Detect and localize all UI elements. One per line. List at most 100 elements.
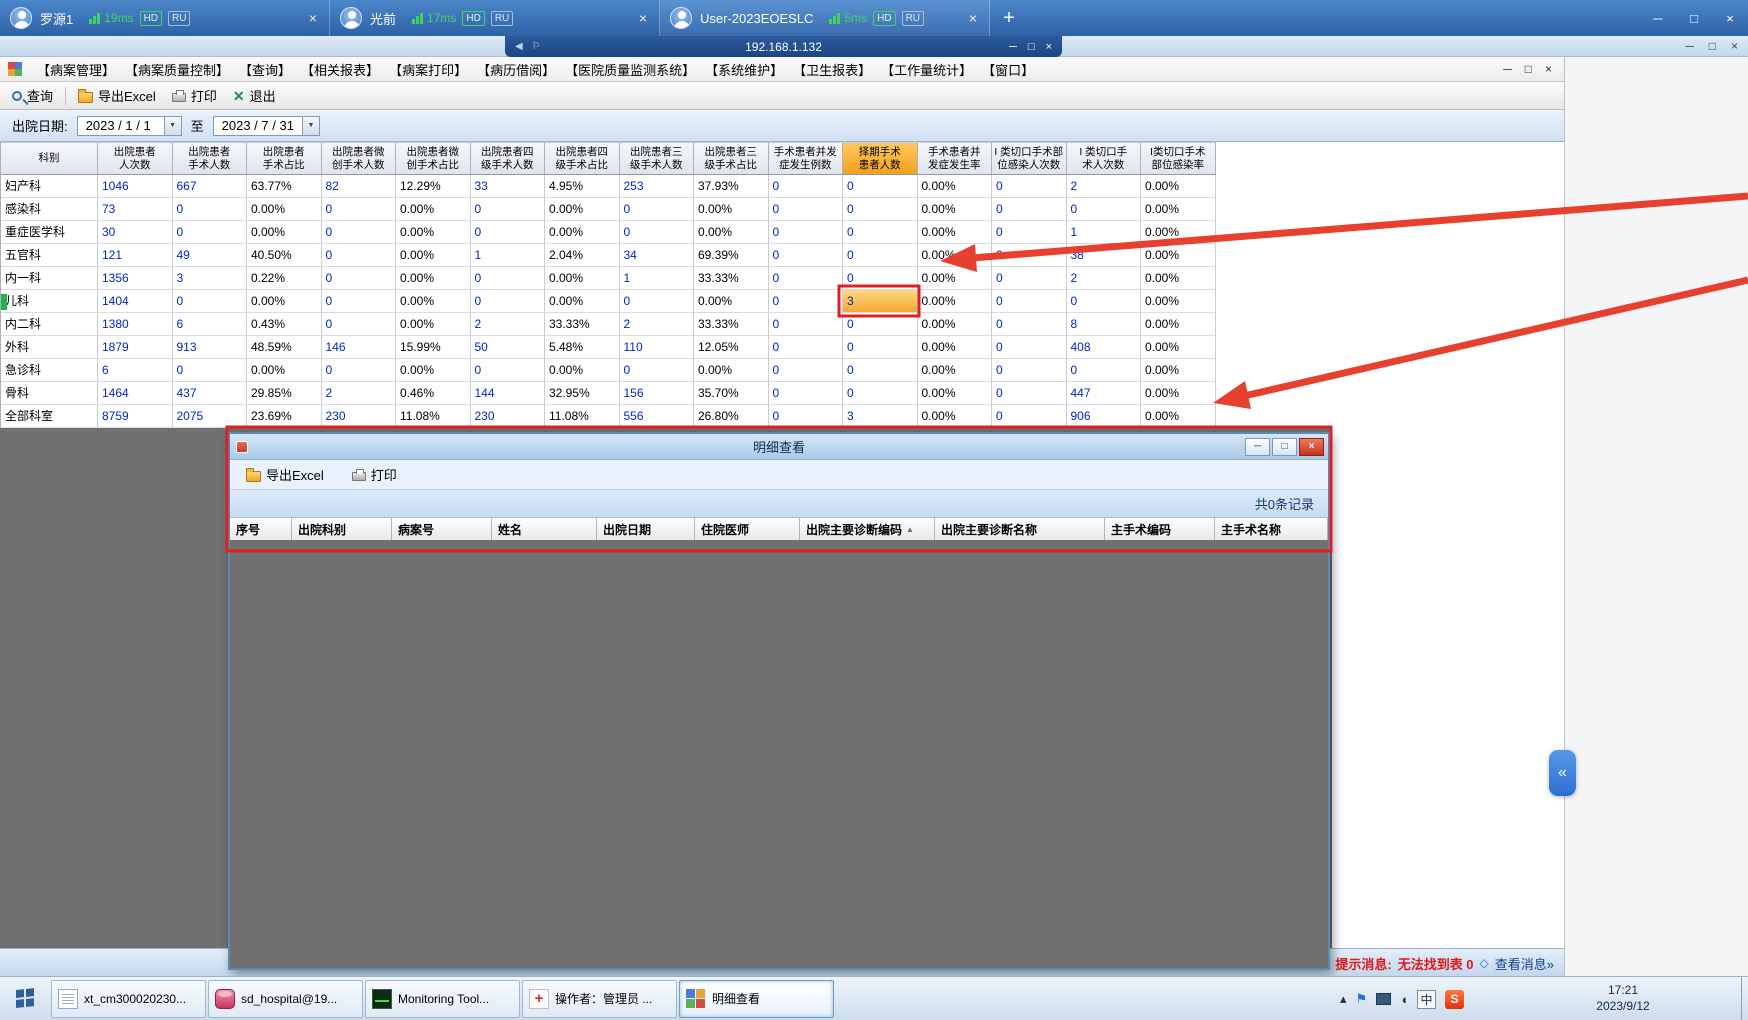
table-cell[interactable]: 0 bbox=[992, 290, 1067, 313]
table-cell[interactable]: 0.00% bbox=[545, 267, 620, 290]
table-cell[interactable]: 0 bbox=[619, 359, 694, 382]
table-cell[interactable]: 156 bbox=[619, 382, 694, 405]
strip-minimize-icon[interactable]: ─ bbox=[1685, 39, 1694, 53]
table-cell[interactable]: 556 bbox=[619, 405, 694, 428]
table-cell[interactable]: 0 bbox=[768, 175, 843, 198]
table-cell[interactable]: 0 bbox=[470, 267, 545, 290]
table-cell[interactable]: 0.00% bbox=[545, 359, 620, 382]
table-cell[interactable]: 0 bbox=[321, 221, 396, 244]
table-cell[interactable]: 6 bbox=[172, 313, 247, 336]
table-cell[interactable]: 69.39% bbox=[694, 244, 769, 267]
table-cell[interactable]: 2 bbox=[619, 313, 694, 336]
minimize-button[interactable]: ─ bbox=[1640, 0, 1676, 36]
table-cell[interactable]: 0 bbox=[768, 221, 843, 244]
table-cell[interactable]: 0.00% bbox=[1141, 336, 1216, 359]
table-cell[interactable]: 0.00% bbox=[694, 359, 769, 382]
taskbar-clock[interactable]: 17:21 2023/9/12 bbox=[1585, 977, 1661, 1020]
table-cell[interactable]: 29.85% bbox=[247, 382, 322, 405]
table-cell[interactable]: 0.00% bbox=[1141, 405, 1216, 428]
table-cell[interactable]: 0.22% bbox=[247, 267, 322, 290]
column-header[interactable]: 出院患者微 创手术占比 bbox=[396, 142, 471, 175]
table-cell[interactable]: 15.99% bbox=[396, 336, 471, 359]
table-cell[interactable]: 0.00% bbox=[1141, 175, 1216, 198]
popup-print-button[interactable]: 打印 bbox=[346, 463, 403, 486]
table-cell[interactable]: 0 bbox=[172, 359, 247, 382]
column-header[interactable]: 科别 bbox=[1, 142, 98, 175]
taskbar-item[interactable]: + 操作者：管理员 ... bbox=[522, 979, 677, 1018]
table-cell[interactable]: 40.50% bbox=[247, 244, 322, 267]
table-cell[interactable]: 0 bbox=[843, 198, 918, 221]
popup-column-header[interactable]: 出院主要诊断名称 bbox=[935, 518, 1105, 540]
table-cell[interactable]: 0 bbox=[768, 359, 843, 382]
search-button[interactable]: 查询 bbox=[6, 84, 59, 107]
table-cell[interactable]: 8759 bbox=[98, 405, 173, 428]
table-cell[interactable]: 230 bbox=[321, 405, 396, 428]
table-cell[interactable]: 0.00% bbox=[917, 405, 992, 428]
popup-column-header[interactable]: 姓名 bbox=[492, 518, 597, 540]
table-cell[interactable]: 0 bbox=[172, 221, 247, 244]
table-cell[interactable]: 37.93% bbox=[694, 175, 769, 198]
table-cell[interactable]: 3 bbox=[172, 267, 247, 290]
table-cell[interactable]: 0.00% bbox=[396, 290, 471, 313]
table-cell[interactable]: 0.00% bbox=[396, 359, 471, 382]
table-cell[interactable]: 0.00% bbox=[247, 221, 322, 244]
table-cell[interactable]: 0 bbox=[172, 198, 247, 221]
table-cell[interactable]: 0.00% bbox=[396, 313, 471, 336]
menu-item[interactable]: 【病历借阅】 bbox=[472, 60, 560, 79]
table-cell[interactable]: 0 bbox=[1066, 198, 1141, 221]
row-department-cell[interactable]: 感染科 bbox=[1, 198, 98, 221]
table-cell[interactable]: 0.00% bbox=[396, 267, 471, 290]
table-cell[interactable]: 0 bbox=[992, 382, 1067, 405]
table-cell[interactable]: 0 bbox=[619, 198, 694, 221]
table-cell[interactable]: 2 bbox=[1066, 267, 1141, 290]
table-cell[interactable]: 0 bbox=[843, 175, 918, 198]
table-cell[interactable]: 1879 bbox=[98, 336, 173, 359]
table-cell[interactable]: 49 bbox=[172, 244, 247, 267]
popup-column-header[interactable]: 主手术编码 bbox=[1105, 518, 1215, 540]
table-cell[interactable]: 2.04% bbox=[545, 244, 620, 267]
chevron-down-icon[interactable]: ▼ bbox=[301, 116, 319, 135]
table-cell[interactable]: 0.00% bbox=[917, 244, 992, 267]
table-cell[interactable]: 0.00% bbox=[1141, 221, 1216, 244]
column-header[interactable]: 出院患者 手术人数 bbox=[172, 142, 247, 175]
network-icon[interactable] bbox=[1376, 993, 1392, 1005]
table-cell[interactable]: 30 bbox=[98, 221, 173, 244]
table-cell[interactable]: 12.05% bbox=[694, 336, 769, 359]
tab-close-icon[interactable]: × bbox=[637, 10, 649, 26]
table-cell[interactable]: 33.33% bbox=[694, 313, 769, 336]
table-cell[interactable]: 0 bbox=[619, 290, 694, 313]
table-cell[interactable]: 0 bbox=[843, 382, 918, 405]
column-header[interactable]: I 类切口手 术人次数 bbox=[1066, 142, 1141, 175]
table-cell[interactable]: 73 bbox=[98, 198, 173, 221]
pin-icon[interactable]: ⚐ bbox=[532, 41, 541, 52]
table-cell[interactable]: 0.00% bbox=[917, 336, 992, 359]
table-cell[interactable]: 2 bbox=[321, 382, 396, 405]
table-cell[interactable]: 0 bbox=[321, 313, 396, 336]
table-cell[interactable]: 0.00% bbox=[545, 290, 620, 313]
table-cell[interactable]: 408 bbox=[1066, 336, 1141, 359]
table-cell[interactable]: 33.33% bbox=[694, 267, 769, 290]
table-cell[interactable]: 2 bbox=[1066, 175, 1141, 198]
table-cell[interactable]: 0 bbox=[1066, 290, 1141, 313]
menu-item[interactable]: 【相关报表】 bbox=[296, 60, 384, 79]
table-cell[interactable]: 35.70% bbox=[694, 382, 769, 405]
row-department-cell[interactable]: 五官科 bbox=[1, 244, 98, 267]
menu-item[interactable]: 【病案质量控制】 bbox=[120, 60, 234, 79]
table-cell[interactable]: 4.95% bbox=[545, 175, 620, 198]
table-cell[interactable]: 26.80% bbox=[694, 405, 769, 428]
table-cell[interactable]: 0 bbox=[321, 359, 396, 382]
popup-close-button[interactable]: × bbox=[1299, 437, 1324, 456]
popup-column-header[interactable]: 出院主要诊断编码 ▲ bbox=[800, 518, 935, 540]
table-cell[interactable]: 0 bbox=[321, 244, 396, 267]
column-header[interactable]: 手术患者并发 症发生例数 bbox=[768, 142, 843, 175]
mdi-restore-icon[interactable]: □ bbox=[1525, 62, 1532, 76]
row-department-cell[interactable]: 全部科室 bbox=[1, 405, 98, 428]
table-cell[interactable]: 0 bbox=[619, 221, 694, 244]
client-tab[interactable]: 光前 17ms HD RU × bbox=[330, 0, 660, 36]
table-cell[interactable]: 1046 bbox=[98, 175, 173, 198]
mdi-minimize-icon[interactable]: ─ bbox=[1503, 62, 1512, 76]
table-cell[interactable]: 144 bbox=[470, 382, 545, 405]
print-button[interactable]: 打印 bbox=[166, 84, 223, 107]
table-cell[interactable]: 1 bbox=[619, 267, 694, 290]
row-department-cell[interactable]: 骨科 bbox=[1, 382, 98, 405]
